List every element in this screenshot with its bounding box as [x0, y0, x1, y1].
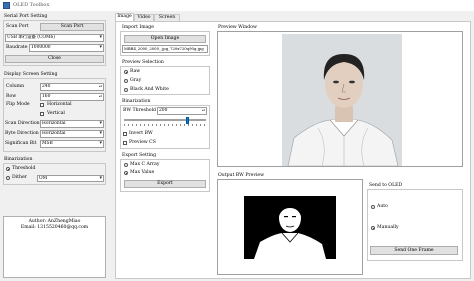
- dither-select[interactable]: OM: [37, 175, 104, 182]
- send-manually-radio[interactable]: [371, 226, 375, 230]
- port-select[interactable]: USB 串行设备 (COM6): [5, 34, 104, 42]
- column-label: Column: [6, 84, 25, 89]
- preview-cs-checkbox[interactable]: [123, 141, 127, 145]
- byte-direction-label: Byte Direction: [5, 131, 39, 136]
- flip-horizontal-label: Horizontal: [47, 102, 72, 107]
- row-spinbox[interactable]: 160: [40, 93, 104, 101]
- preview-bw-radio[interactable]: [124, 88, 128, 92]
- threshold-radio[interactable]: [6, 167, 10, 171]
- flip-vertical-checkbox[interactable]: [40, 112, 44, 116]
- max-c-array-radio[interactable]: [124, 163, 128, 167]
- tab-video[interactable]: Video: [134, 14, 154, 21]
- invert-bw-checkbox[interactable]: [123, 132, 127, 136]
- scan-port-button[interactable]: Scan Port: [40, 23, 104, 31]
- byte-direction-select[interactable]: Horizontal: [40, 130, 104, 138]
- portrait-raw-image: [282, 34, 402, 167]
- column-spinbox[interactable]: 240: [40, 83, 104, 91]
- preview-raw-label: Raw: [130, 69, 141, 74]
- scan-direction-label: Scan Direction: [5, 121, 40, 126]
- preview-cs-label: Preview CS: [129, 140, 156, 145]
- preview-raw-radio[interactable]: [124, 70, 128, 74]
- threshold-slider-track[interactable]: [124, 117, 206, 124]
- output-bw-preview: [217, 179, 363, 275]
- send-auto-radio[interactable]: [371, 205, 375, 209]
- tab-screen[interactable]: Screen: [154, 14, 180, 21]
- flip-horizontal-checkbox[interactable]: [40, 103, 44, 107]
- bw-threshold-label: BW Threshold: [123, 108, 156, 113]
- tab-image[interactable]: Image: [115, 13, 134, 21]
- flip-vertical-label: Vertical: [47, 111, 65, 116]
- send-one-frame-button[interactable]: Send One Frame: [370, 246, 458, 255]
- send-manually-label: Manually: [377, 225, 399, 230]
- preview-gray-radio[interactable]: [124, 79, 128, 83]
- significant-bit-label: Significan Bit: [5, 141, 37, 146]
- send-auto-label: Auto: [377, 204, 388, 209]
- max-value-label: Max Value: [130, 170, 155, 175]
- flip-mode-label: Flip Mode: [6, 102, 30, 107]
- max-c-array-label: Max C Array: [130, 162, 160, 167]
- threshold-slider-handle[interactable]: [186, 117, 190, 124]
- dither-radio-label: Dither: [12, 175, 27, 180]
- window-title: OLED Toolbox: [13, 2, 50, 8]
- scan-direction-select[interactable]: Horizontal: [40, 120, 104, 128]
- threshold-radio-label: Threshold: [12, 166, 36, 171]
- close-port-button[interactable]: Close: [5, 55, 104, 63]
- export-button[interactable]: Export: [124, 180, 206, 188]
- row-label: Row: [6, 94, 17, 99]
- open-image-button[interactable]: Open Image: [124, 35, 206, 43]
- author-box: Author: AnZhengMiao Email: 1315520460@qq…: [3, 216, 106, 278]
- bw-threshold-spinbox[interactable]: 200: [157, 107, 207, 115]
- scan-port-label: Scan Port: [6, 24, 29, 29]
- preview-gray-label: Gray: [130, 78, 142, 83]
- image-path-field[interactable]: MBB4_2000_2000_.jpg_720x720q90g.jpg: [122, 45, 208, 53]
- significant-bit-select[interactable]: MSB: [40, 140, 104, 148]
- baudrate-select[interactable]: 1000000: [29, 44, 104, 52]
- invert-bw-label: Invert BW: [129, 131, 153, 136]
- email-line: Email: 1315520460@qq.com: [20, 225, 89, 230]
- preview-bw-label: Black And White: [130, 87, 169, 92]
- title-bar: OLED Toolbox: [0, 0, 474, 11]
- dither-radio[interactable]: [6, 176, 10, 180]
- max-value-radio[interactable]: [124, 171, 128, 175]
- baudrate-label: Baudrate: [6, 45, 28, 50]
- portrait-bw-image: [244, 196, 336, 259]
- preview-window: [217, 31, 463, 167]
- slider-ticks: [124, 124, 206, 126]
- app-icon: [3, 2, 10, 9]
